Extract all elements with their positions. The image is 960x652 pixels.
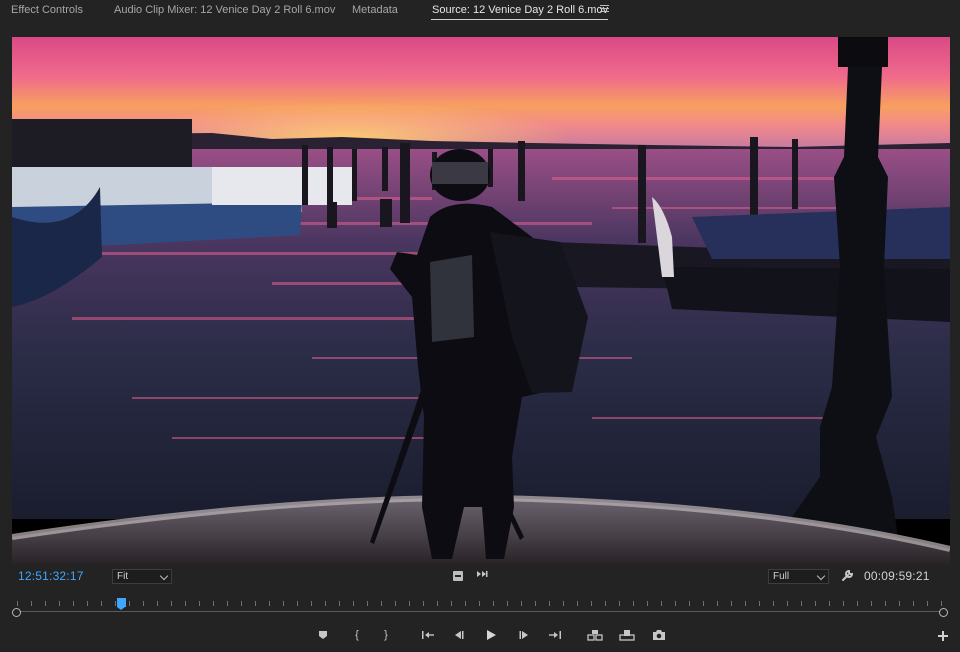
- mark-out-icon[interactable]: }: [377, 627, 395, 643]
- tab-audio-clip-mixer[interactable]: Audio Clip Mixer: 12 Venice Day 2 Roll 6…: [114, 4, 335, 16]
- step-back-icon[interactable]: [450, 627, 468, 643]
- insert-icon[interactable]: [586, 627, 604, 643]
- ruler-ticks: [17, 601, 943, 606]
- in-point-handle[interactable]: [12, 608, 21, 617]
- transport-controls: { }: [0, 627, 960, 643]
- active-tab-underline: [431, 19, 608, 20]
- current-timecode[interactable]: 12:51:32:17: [18, 569, 84, 583]
- hamburger-menu-icon[interactable]: [600, 5, 609, 14]
- playback-rate-icon[interactable]: [476, 569, 488, 582]
- playback-resolution-value: Full: [773, 571, 790, 582]
- tab-metadata[interactable]: Metadata: [352, 4, 398, 16]
- video-frame: [12, 37, 950, 564]
- mark-in-icon[interactable]: {: [348, 627, 366, 643]
- panel-tab-bar: Effect Controls Audio Clip Mixer: 12 Ven…: [0, 0, 960, 26]
- export-frame-icon[interactable]: [650, 627, 668, 643]
- go-to-out-icon[interactable]: [546, 627, 564, 643]
- tab-effect-controls[interactable]: Effect Controls: [11, 4, 83, 16]
- chevron-down-icon: [159, 571, 169, 581]
- step-forward-icon[interactable]: [515, 627, 533, 643]
- play-icon[interactable]: [482, 627, 500, 643]
- marker-icon[interactable]: [314, 627, 332, 643]
- time-ruler[interactable]: [12, 596, 948, 618]
- zoom-level-value: Fit: [117, 571, 129, 582]
- tab-source[interactable]: Source: 12 Venice Day 2 Roll 6.mov: [432, 4, 608, 16]
- wrench-icon[interactable]: [841, 569, 854, 587]
- overwrite-icon[interactable]: [618, 627, 636, 643]
- playhead[interactable]: [116, 598, 126, 610]
- ruler-track: [18, 611, 942, 612]
- safe-margins-icon[interactable]: [453, 571, 463, 581]
- zoom-level-dropdown[interactable]: Fit: [112, 569, 172, 584]
- out-point-handle[interactable]: [939, 608, 948, 617]
- source-monitor-viewer[interactable]: [12, 37, 950, 564]
- go-to-in-icon[interactable]: [419, 627, 437, 643]
- chevron-down-icon: [816, 571, 826, 581]
- plus-icon[interactable]: [937, 629, 949, 641]
- duration-timecode: 00:09:59:21: [864, 569, 930, 583]
- playback-resolution-dropdown[interactable]: Full: [768, 569, 829, 584]
